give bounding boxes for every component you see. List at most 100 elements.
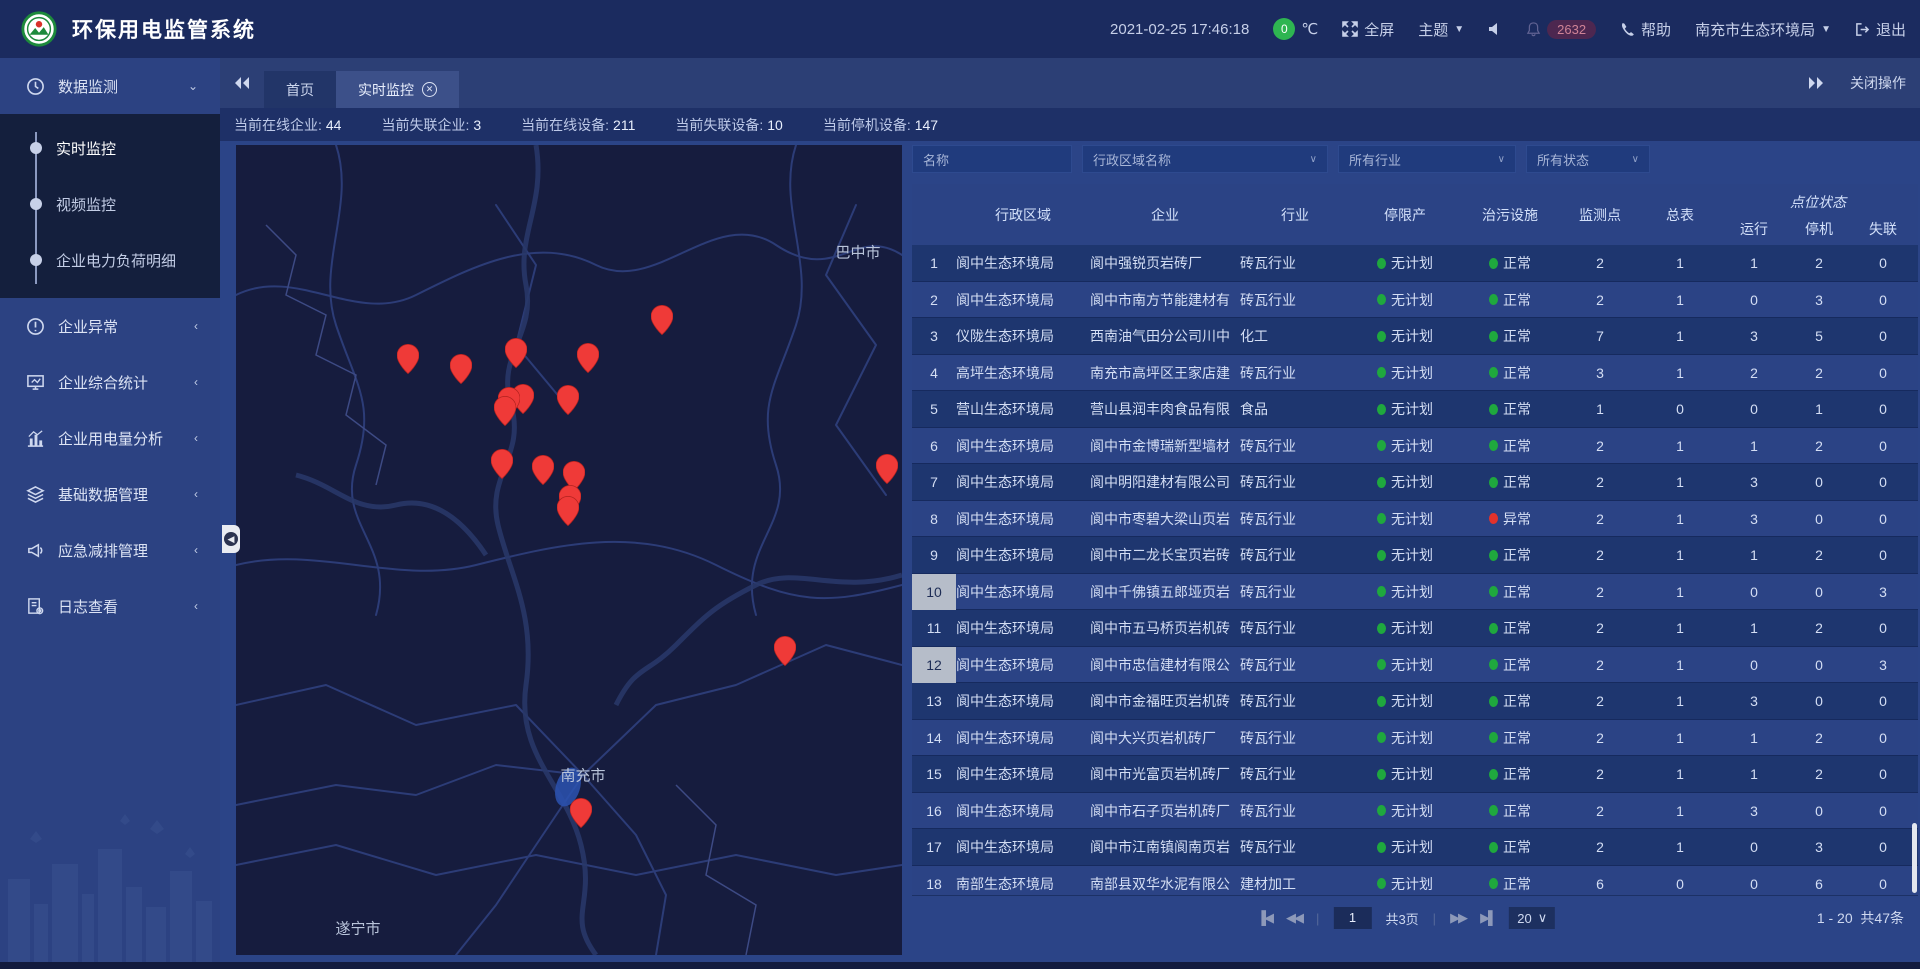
map-marker-icon[interactable] — [557, 385, 579, 415]
page-number-input[interactable]: 1 — [1333, 907, 1371, 929]
page-size-select[interactable]: 20∨ — [1509, 907, 1555, 929]
cell-limit: 无计划 — [1350, 582, 1460, 602]
table-row[interactable]: 4 高坪生态环境局 南充市高坪区王家店建 砖瓦行业 无计划 正常 3 1 2 2… — [912, 355, 1918, 392]
cell-meters: 1 — [1640, 328, 1720, 344]
cell-stop: 1 — [1788, 401, 1850, 417]
table-row[interactable]: 9 阆中生态环境局 阆中市二龙长宝页岩砖 砖瓦行业 无计划 正常 2 1 1 2… — [912, 537, 1918, 574]
sidebar-subitem[interactable]: 实时监控 — [0, 120, 220, 176]
map-marker-icon[interactable] — [494, 396, 516, 426]
map-marker-icon[interactable] — [397, 344, 419, 374]
last-page-button[interactable]: ▶▌ — [1480, 910, 1495, 926]
tab-home[interactable]: 首页 — [264, 71, 336, 108]
table-row[interactable]: 13 阆中生态环境局 阆中市金福旺页岩机砖 砖瓦行业 无计划 正常 2 1 3 … — [912, 683, 1918, 720]
cell-stop: 0 — [1788, 584, 1850, 600]
clock-icon — [26, 77, 46, 96]
cell-meters: 1 — [1640, 511, 1720, 527]
first-page-button[interactable]: ▐◀ — [1257, 910, 1272, 926]
cell-region: 南部生态环境局 — [956, 874, 1090, 894]
double-chevron-right-icon[interactable] — [1808, 76, 1824, 90]
cell-company: 阆中千佛镇五郎垭页岩 — [1090, 582, 1240, 602]
cell-limit: 无计划 — [1350, 545, 1460, 565]
status-dot-icon — [1489, 513, 1498, 524]
table-row[interactable]: 8 阆中生态环境局 阆中市枣碧大梁山页岩 砖瓦行业 无计划 异常 2 1 3 0… — [912, 501, 1918, 538]
cell-points: 2 — [1560, 255, 1640, 271]
close-operations-button[interactable]: 关闭操作 — [1850, 73, 1906, 93]
map-marker-icon[interactable] — [557, 496, 579, 526]
sidebar-item-5[interactable]: 应急减排管理 ‹ — [0, 522, 220, 578]
map-collapse-handle[interactable]: ◀ — [222, 525, 240, 553]
sidebar-subitem[interactable]: 企业电力负荷明细 — [0, 232, 220, 288]
cell-stop: 3 — [1788, 292, 1850, 308]
logout-button[interactable]: 退出 — [1855, 19, 1906, 40]
total-pages-label: 共3页 — [1385, 909, 1418, 928]
cell-meters: 1 — [1640, 730, 1720, 746]
table-row[interactable]: 5 营山生态环境局 营山县润丰肉食品有限 食品 无计划 正常 1 0 0 1 0 — [912, 391, 1918, 428]
cell-points: 2 — [1560, 474, 1640, 490]
industry-select[interactable]: 所有行业∨ — [1338, 145, 1516, 173]
cell-run: 3 — [1720, 803, 1788, 819]
fullscreen-button[interactable]: 全屏 — [1342, 19, 1394, 40]
sidebar-item-1[interactable]: 企业异常 ‹ — [0, 298, 220, 354]
table-row[interactable]: 15 阆中生态环境局 阆中市光富页岩机砖厂 砖瓦行业 无计划 正常 2 1 1 … — [912, 756, 1918, 793]
map-panel[interactable]: 巴中市南充市遂宁市 — [236, 145, 902, 955]
sidebar-item-4[interactable]: 基础数据管理 ‹ — [0, 466, 220, 522]
prev-page-button[interactable]: ◀◀ — [1286, 910, 1302, 926]
sidebar-item-2[interactable]: 企业综合统计 ‹ — [0, 354, 220, 410]
map-marker-icon[interactable] — [532, 455, 554, 485]
table-row[interactable]: 2 阆中生态环境局 阆中市南方节能建材有 砖瓦行业 无计划 正常 2 1 0 3… — [912, 282, 1918, 319]
map-marker-icon[interactable] — [491, 449, 513, 479]
table-scrollbar[interactable] — [1912, 823, 1917, 893]
filter-bar: 名称 行政区域名称∨ 所有行业∨ 所有状态∨ — [912, 145, 1918, 173]
chevron-down-icon: ∨ — [1498, 154, 1505, 165]
notification-count: 2632 — [1547, 20, 1596, 39]
map-marker-icon[interactable] — [577, 343, 599, 373]
sidebar-item-label: 企业用电量分析 — [58, 428, 163, 449]
theme-dropdown[interactable]: 主题▼ — [1418, 19, 1464, 40]
status-select[interactable]: 所有状态∨ — [1526, 145, 1650, 173]
table-row[interactable]: 14 阆中生态环境局 阆中大兴页岩机砖厂 砖瓦行业 无计划 正常 2 1 1 2… — [912, 720, 1918, 757]
tab-close-icon[interactable]: ✕ — [422, 82, 437, 97]
cell-region: 阆中生态环境局 — [956, 545, 1090, 565]
cell-industry: 砖瓦行业 — [1240, 472, 1350, 492]
org-dropdown[interactable]: 南充市生态环境局▼ — [1695, 19, 1831, 40]
cell-company: 阆中市五马桥页岩机砖 — [1090, 618, 1240, 638]
table-row[interactable]: 7 阆中生态环境局 阆中明阳建材有限公司 砖瓦行业 无计划 正常 2 1 3 0… — [912, 464, 1918, 501]
help-button[interactable]: 帮助 — [1620, 19, 1671, 40]
next-page-button[interactable]: ▶▶ — [1450, 910, 1466, 926]
table-row[interactable]: 6 阆中生态环境局 阆中市金博瑞新型墙材 砖瓦行业 无计划 正常 2 1 1 2… — [912, 428, 1918, 465]
tabs-scroll-left-button[interactable] — [220, 58, 264, 108]
cell-facility: 正常 — [1460, 290, 1560, 310]
table-row[interactable]: 3 仪陇生态环境局 西南油气田分公司川中 化工 无计划 正常 7 1 3 5 0 — [912, 318, 1918, 355]
cell-limit: 无计划 — [1350, 326, 1460, 346]
table-row[interactable]: 17 阆中生态环境局 阆中市江南镇阆南页岩 砖瓦行业 无计划 正常 2 1 0 … — [912, 829, 1918, 866]
name-search-input[interactable]: 名称 — [912, 145, 1072, 173]
region-select[interactable]: 行政区域名称∨ — [1082, 145, 1328, 173]
map-marker-icon[interactable] — [876, 454, 898, 484]
cell-index: 10 — [912, 574, 956, 611]
sidebar-item-3[interactable]: 企业用电量分析 ‹ — [0, 410, 220, 466]
column-industry: 行业 — [1240, 205, 1350, 225]
map-marker-icon[interactable] — [450, 354, 472, 384]
table-row[interactable]: 10 阆中生态环境局 阆中千佛镇五郎垭页岩 砖瓦行业 无计划 正常 2 1 0 … — [912, 574, 1918, 611]
mute-button[interactable] — [1488, 22, 1502, 36]
sidebar-item-0[interactable]: 数据监测 ⌄ — [0, 58, 220, 114]
map-marker-icon[interactable] — [570, 798, 592, 828]
table-row[interactable]: 1 阆中生态环境局 阆中强锐页岩砖厂 砖瓦行业 无计划 正常 2 1 1 2 0 — [912, 245, 1918, 282]
tab-realtime-monitor[interactable]: 实时监控 ✕ — [336, 71, 459, 108]
notification-badge[interactable]: 2632 — [1526, 20, 1596, 39]
cell-index: 5 — [912, 391, 956, 428]
cell-lost: 0 — [1850, 766, 1916, 782]
sidebar-item-6[interactable]: 日志查看 ‹ — [0, 578, 220, 634]
map-marker-icon[interactable] — [774, 636, 796, 666]
table-row[interactable]: 11 阆中生态环境局 阆中市五马桥页岩机砖 砖瓦行业 无计划 正常 2 1 1 … — [912, 610, 1918, 647]
status-dot-icon — [1489, 805, 1498, 816]
sidebar-subitem[interactable]: 视频监控 — [0, 176, 220, 232]
cell-industry: 砖瓦行业 — [1240, 618, 1350, 638]
map-marker-icon[interactable] — [651, 305, 673, 335]
table-row[interactable]: 16 阆中生态环境局 阆中市石子页岩机砖厂 砖瓦行业 无计划 正常 2 1 3 … — [912, 793, 1918, 830]
table-row[interactable]: 12 阆中生态环境局 阆中市忠信建材有限公 砖瓦行业 无计划 正常 2 1 0 … — [912, 647, 1918, 684]
table-row[interactable]: 18 南部生态环境局 南部县双华水泥有限公 建材加工 无计划 正常 6 0 0 … — [912, 866, 1918, 896]
cell-stop: 2 — [1788, 438, 1850, 454]
status-dot-icon — [1489, 404, 1498, 415]
map-marker-icon[interactable] — [505, 338, 527, 368]
